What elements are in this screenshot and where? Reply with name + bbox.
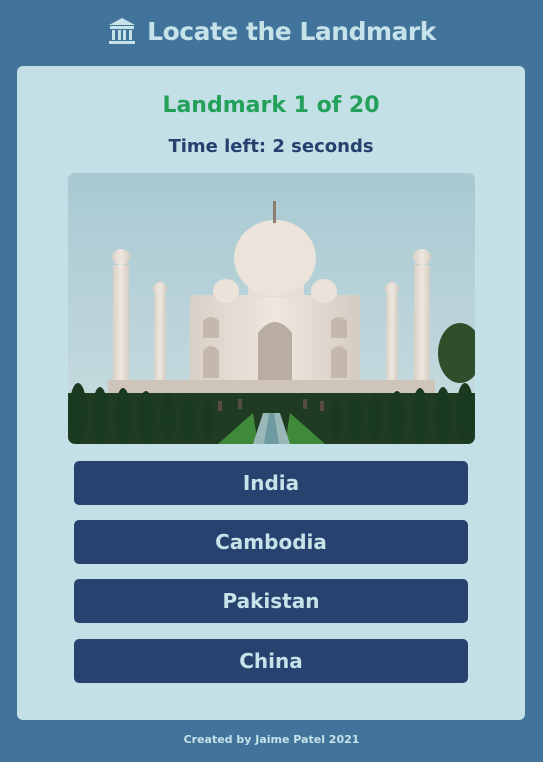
time-left-label: Time left: 2 seconds [168, 136, 374, 157]
progress-label: Landmark 1 of 20 [162, 93, 380, 118]
answer-button-3[interactable]: Pakistan [74, 579, 468, 623]
app-title: Locate the Landmark [147, 16, 436, 46]
landmark-photo [68, 173, 475, 444]
answer-button-1[interactable]: India [74, 461, 468, 505]
bank-building-icon [109, 18, 136, 44]
answer-button-2[interactable]: Cambodia [74, 520, 468, 564]
answer-button-4[interactable]: China [74, 639, 468, 683]
footer-credit: Created by Jaime Patel 2021 [183, 733, 360, 746]
quiz-card: Landmark 1 of 20 Time left: 2 seconds In… [17, 66, 525, 720]
app-header: Locate the Landmark [0, 0, 543, 62]
